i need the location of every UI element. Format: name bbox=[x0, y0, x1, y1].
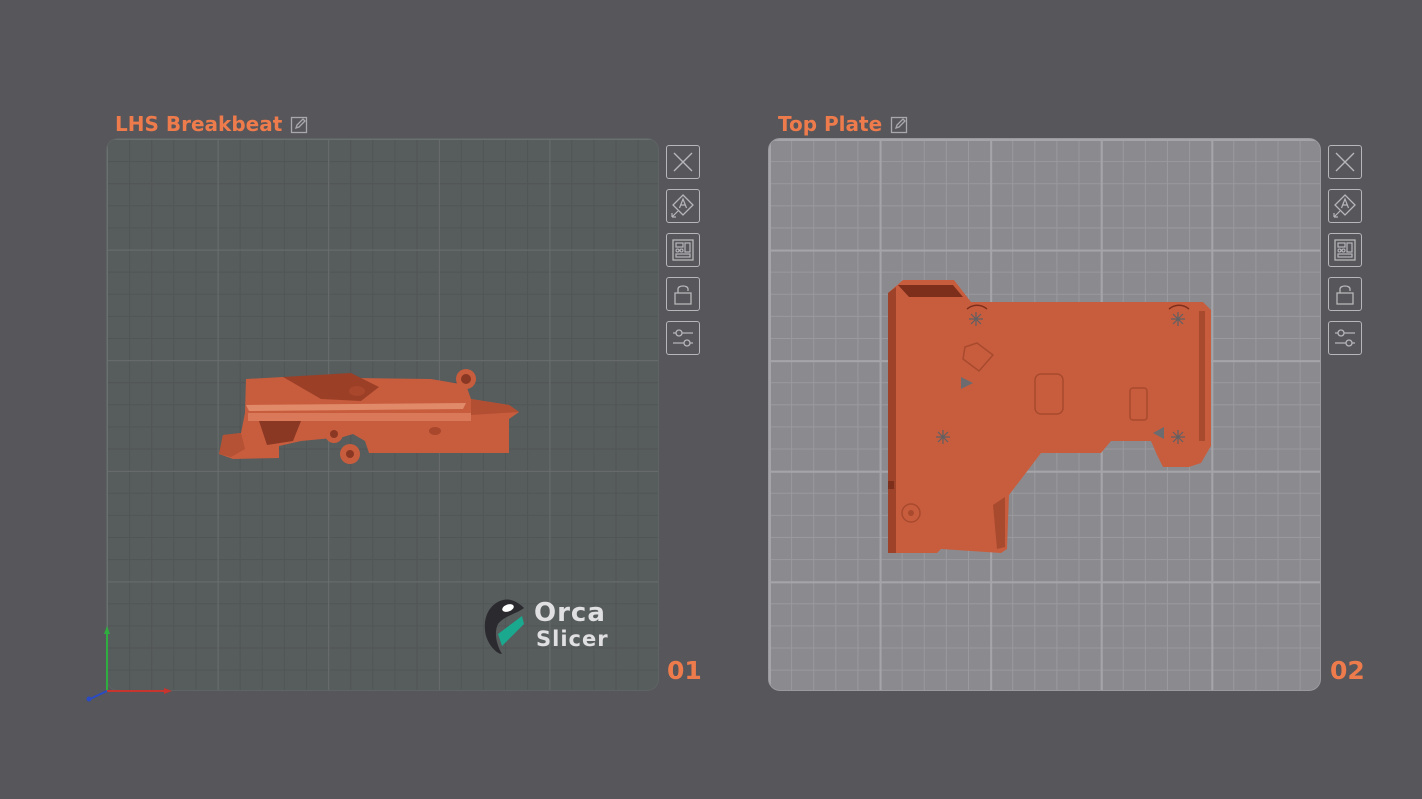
orca-logo-icon bbox=[484, 599, 524, 654]
lock-icon bbox=[674, 285, 692, 305]
arrange-icon bbox=[1334, 239, 1356, 261]
arrange-button[interactable] bbox=[666, 233, 700, 267]
auto-orient-icon bbox=[671, 194, 694, 218]
close-button[interactable] bbox=[666, 145, 700, 179]
settings-icon bbox=[1335, 329, 1355, 347]
lock-button[interactable] bbox=[666, 277, 700, 311]
plate-2-toolbar bbox=[1328, 145, 1364, 355]
settings-icon bbox=[673, 329, 693, 347]
plate-1-title-text: LHS Breakbeat bbox=[115, 112, 283, 136]
auto-orient-button[interactable] bbox=[1328, 189, 1362, 223]
lock-icon bbox=[1336, 285, 1354, 305]
plate-2-bed[interactable] bbox=[768, 138, 1321, 691]
plate-2-model[interactable] bbox=[769, 139, 1321, 691]
plate-2-number: 02 bbox=[1330, 656, 1365, 685]
plate-settings-button[interactable] bbox=[1328, 321, 1362, 355]
edit-name-icon[interactable] bbox=[290, 115, 308, 134]
plate-2-title: Top Plate bbox=[778, 111, 908, 137]
plate-1-number: 01 bbox=[667, 656, 702, 685]
axes-gizmo bbox=[86, 626, 172, 702]
auto-orient-button[interactable] bbox=[666, 189, 700, 223]
arrange-button[interactable] bbox=[1328, 233, 1362, 267]
logo-line-1: Orca bbox=[534, 598, 606, 628]
close-button[interactable] bbox=[1328, 145, 1362, 179]
close-icon bbox=[673, 152, 693, 172]
lock-button[interactable] bbox=[1328, 277, 1362, 311]
logo-line-2: Slicer bbox=[536, 627, 609, 651]
plate-settings-button[interactable] bbox=[666, 321, 700, 355]
close-icon bbox=[1335, 152, 1355, 172]
orca-slicer-logo: Orca Slicer bbox=[478, 596, 609, 656]
plate-1-title: LHS Breakbeat bbox=[115, 111, 308, 137]
edit-name-icon[interactable] bbox=[890, 115, 908, 134]
auto-orient-icon bbox=[1333, 194, 1356, 218]
plate-1-toolbar bbox=[666, 145, 702, 355]
arrange-icon bbox=[672, 239, 694, 261]
plate-2-title-text: Top Plate bbox=[778, 112, 883, 136]
